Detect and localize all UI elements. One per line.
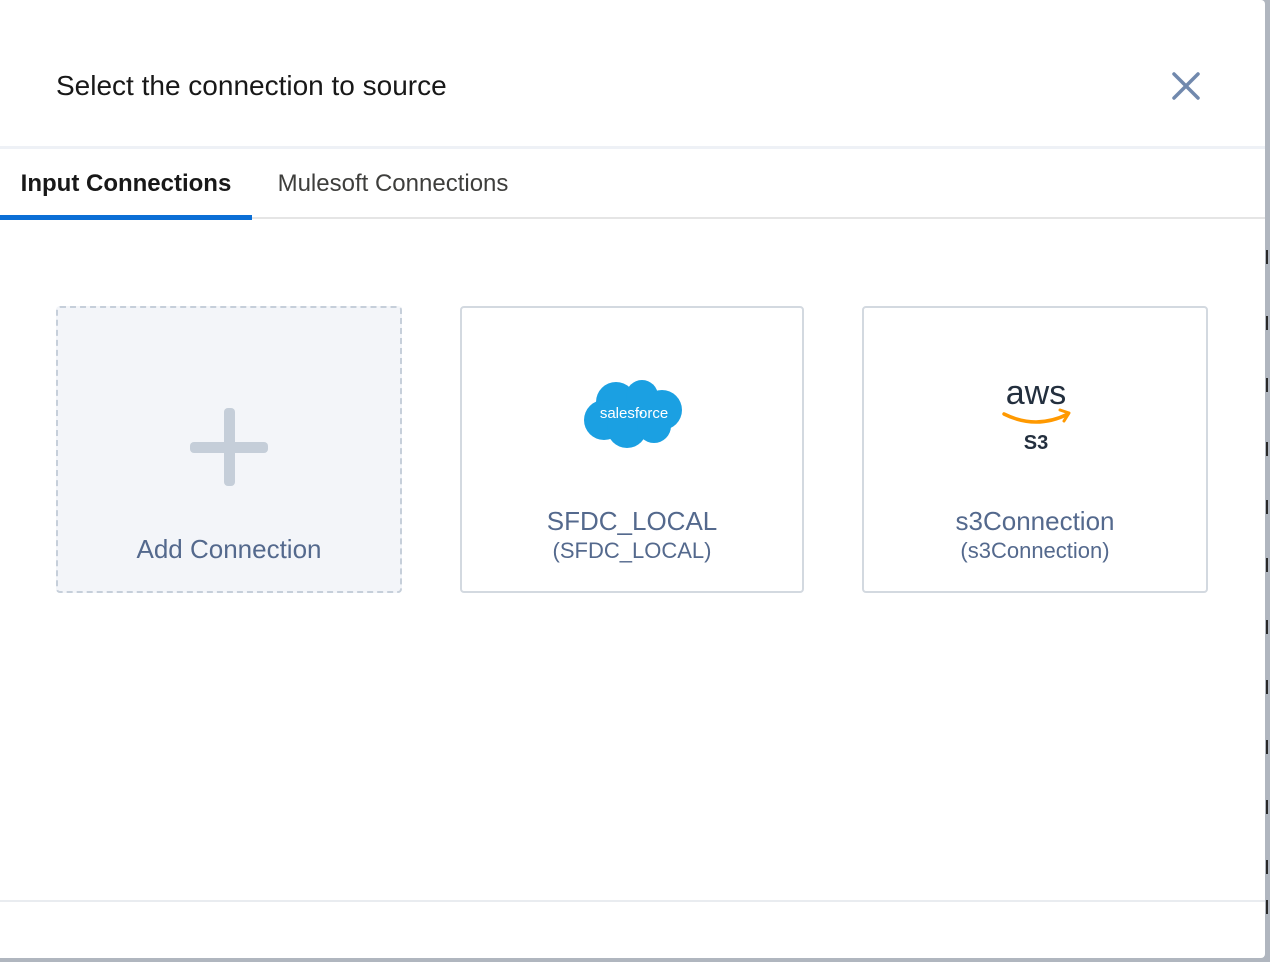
- svg-text:S3: S3: [1024, 432, 1048, 454]
- connection-name: SFDC_LOCAL: [546, 506, 718, 536]
- background-edge-marks: [1266, 250, 1268, 914]
- close-icon: [1172, 72, 1200, 100]
- svg-text:aws: aws: [1006, 374, 1066, 412]
- aws-s3-logo-icon: aws S3: [1002, 374, 1071, 454]
- connection-name: s3Connection: [955, 506, 1115, 536]
- connection-subtitle: (SFDC_LOCAL): [552, 538, 712, 563]
- modal-title: Select the connection to source: [56, 70, 447, 101]
- connection-card-sfdc-local[interactable]: salesforce SFDC_LOCAL (SFDC_LOCAL): [460, 306, 804, 593]
- modal-header: Select the connection to source: [0, 0, 1265, 146]
- connection-modal: Select the connection to source Input Co…: [0, 0, 1265, 958]
- salesforce-logo-icon: salesforce: [584, 380, 682, 448]
- svg-text:salesforce: salesforce: [600, 405, 668, 422]
- add-connection-label: Add Connection: [136, 534, 322, 564]
- close-button[interactable]: [1166, 66, 1206, 106]
- connection-card-s3connection[interactable]: aws S3 s3Connection (s3Connection): [862, 306, 1208, 593]
- plus-icon: [190, 408, 268, 486]
- add-connection-card[interactable]: Add Connection: [56, 306, 402, 593]
- tab-mulesoft-connections[interactable]: Mulesoft Connections: [252, 149, 534, 219]
- footer-divider: [0, 900, 1265, 902]
- tab-input-connections[interactable]: Input Connections: [0, 149, 252, 220]
- tab-bar: Input Connections Mulesoft Connections: [0, 149, 1265, 220]
- connection-subtitle: (s3Connection): [960, 538, 1110, 563]
